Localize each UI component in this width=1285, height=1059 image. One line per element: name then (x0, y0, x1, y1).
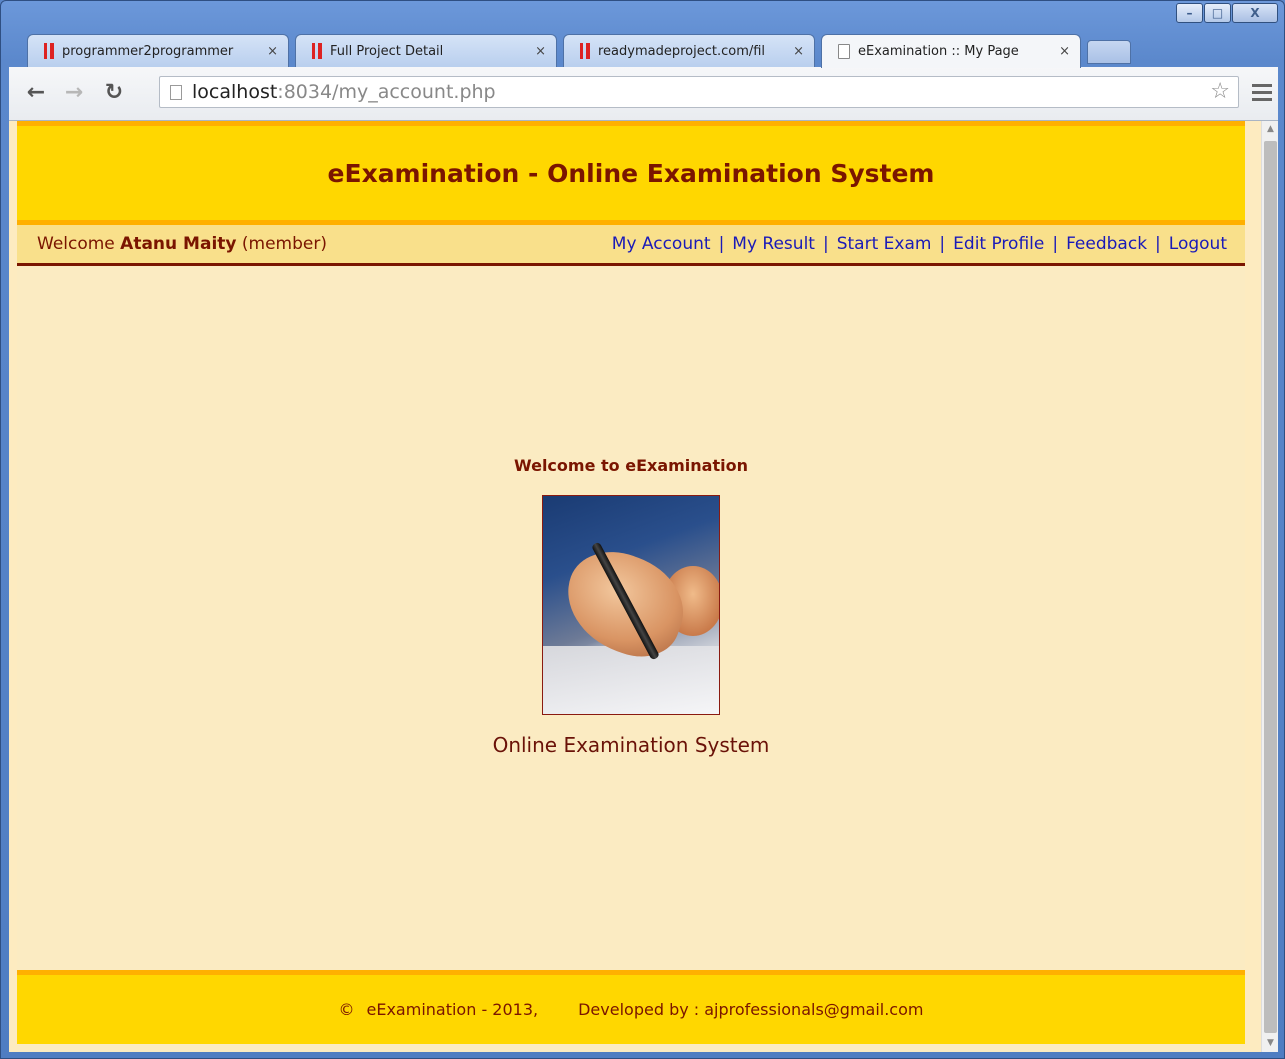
nav-links: My Account | My Result | Start Exam | Ed… (612, 234, 1227, 254)
address-bar[interactable]: localhost:8034/my_account.php ☆ (159, 76, 1239, 108)
copyright-icon: © (338, 1000, 355, 1019)
welcome-heading: Welcome to eExamination (514, 456, 748, 475)
back-arrow-icon[interactable]: ← (21, 77, 51, 107)
browser-tab[interactable]: Full Project Detail × (295, 34, 557, 67)
welcome-prefix: Welcome (37, 234, 115, 254)
nav-separator: | (1052, 234, 1059, 254)
red-bars-icon (580, 43, 590, 59)
nav-logout[interactable]: Logout (1169, 234, 1227, 254)
scroll-thumb[interactable] (1264, 141, 1277, 1033)
page-viewport: eExamination - Online Examination System… (9, 121, 1278, 1052)
page-icon (170, 84, 182, 100)
copyright-text: eExamination - 2013, (366, 1000, 539, 1019)
minimize-button[interactable]: – (1176, 3, 1203, 23)
browser-tab-active[interactable]: eExamination :: My Page × (821, 34, 1081, 68)
tab-close-icon[interactable]: × (1059, 44, 1070, 59)
site-header: eExamination - Online Examination System (17, 121, 1245, 225)
developer-credit: Developed by : ajprofessionals@gmail.com (578, 1000, 924, 1019)
nav-my-account[interactable]: My Account (612, 234, 711, 254)
menu-icon[interactable] (1252, 77, 1272, 107)
vertical-scrollbar[interactable]: ▲ ▼ (1261, 121, 1278, 1052)
member-nav-bar: Welcome Atanu Maity (member) My Account … (17, 225, 1245, 266)
tab-title: readymadeproject.com/fil (598, 43, 766, 59)
nav-separator: | (939, 234, 946, 254)
bookmark-star-icon[interactable]: ☆ (1210, 79, 1230, 104)
tab-title: programmer2programmer (62, 43, 234, 59)
new-tab-button[interactable] (1087, 40, 1131, 64)
window-controls: – □ X (1176, 3, 1278, 23)
tab-strip: programmer2programmer × Full Project Det… (27, 34, 1227, 68)
tab-title: eExamination :: My Page (858, 44, 1019, 59)
tab-close-icon[interactable]: × (793, 44, 804, 59)
browser-toolbar: ← → ↻ localhost:8034/my_account.php ☆ (9, 67, 1278, 121)
nav-my-result[interactable]: My Result (732, 234, 815, 254)
url-host: localhost (192, 81, 278, 103)
browser-tab[interactable]: readymadeproject.com/fil × (563, 34, 815, 67)
main-content: Welcome to eExamination Online Examinati… (17, 266, 1245, 971)
red-bars-icon (312, 43, 322, 59)
site-footer: © eExamination - 2013, Developed by : aj… (17, 970, 1245, 1044)
scroll-up-arrow-icon[interactable]: ▲ (1262, 121, 1278, 138)
nav-separator: | (822, 234, 829, 254)
user-role: (member) (241, 234, 327, 254)
nav-edit-profile[interactable]: Edit Profile (953, 234, 1044, 254)
url-path: :8034/my_account.php (277, 81, 496, 103)
browser-tab[interactable]: programmer2programmer × (27, 34, 289, 67)
nav-start-exam[interactable]: Start Exam (837, 234, 932, 254)
user-name: Atanu Maity (120, 234, 237, 254)
writing-hand-image (542, 495, 720, 715)
tab-close-icon[interactable]: × (267, 44, 278, 59)
page-icon (838, 44, 850, 59)
page-content: eExamination - Online Examination System… (17, 121, 1245, 1052)
reload-icon[interactable]: ↻ (99, 77, 129, 107)
nav-feedback[interactable]: Feedback (1066, 234, 1147, 254)
nav-separator: | (718, 234, 725, 254)
forward-arrow-icon[interactable]: → (59, 77, 89, 107)
site-title: eExamination - Online Examination System (327, 158, 935, 188)
close-window-button[interactable]: X (1232, 3, 1278, 23)
welcome-text: Welcome Atanu Maity (member) (37, 234, 327, 254)
nav-separator: | (1155, 234, 1161, 254)
red-bars-icon (44, 43, 54, 59)
browser-window: – □ X programmer2programmer × Full Proje… (0, 0, 1285, 1059)
tab-title: Full Project Detail (330, 43, 444, 59)
tab-close-icon[interactable]: × (535, 44, 546, 59)
scroll-down-arrow-icon[interactable]: ▼ (1262, 1035, 1278, 1052)
system-caption: Online Examination System (492, 733, 770, 757)
maximize-button[interactable]: □ (1204, 3, 1231, 23)
